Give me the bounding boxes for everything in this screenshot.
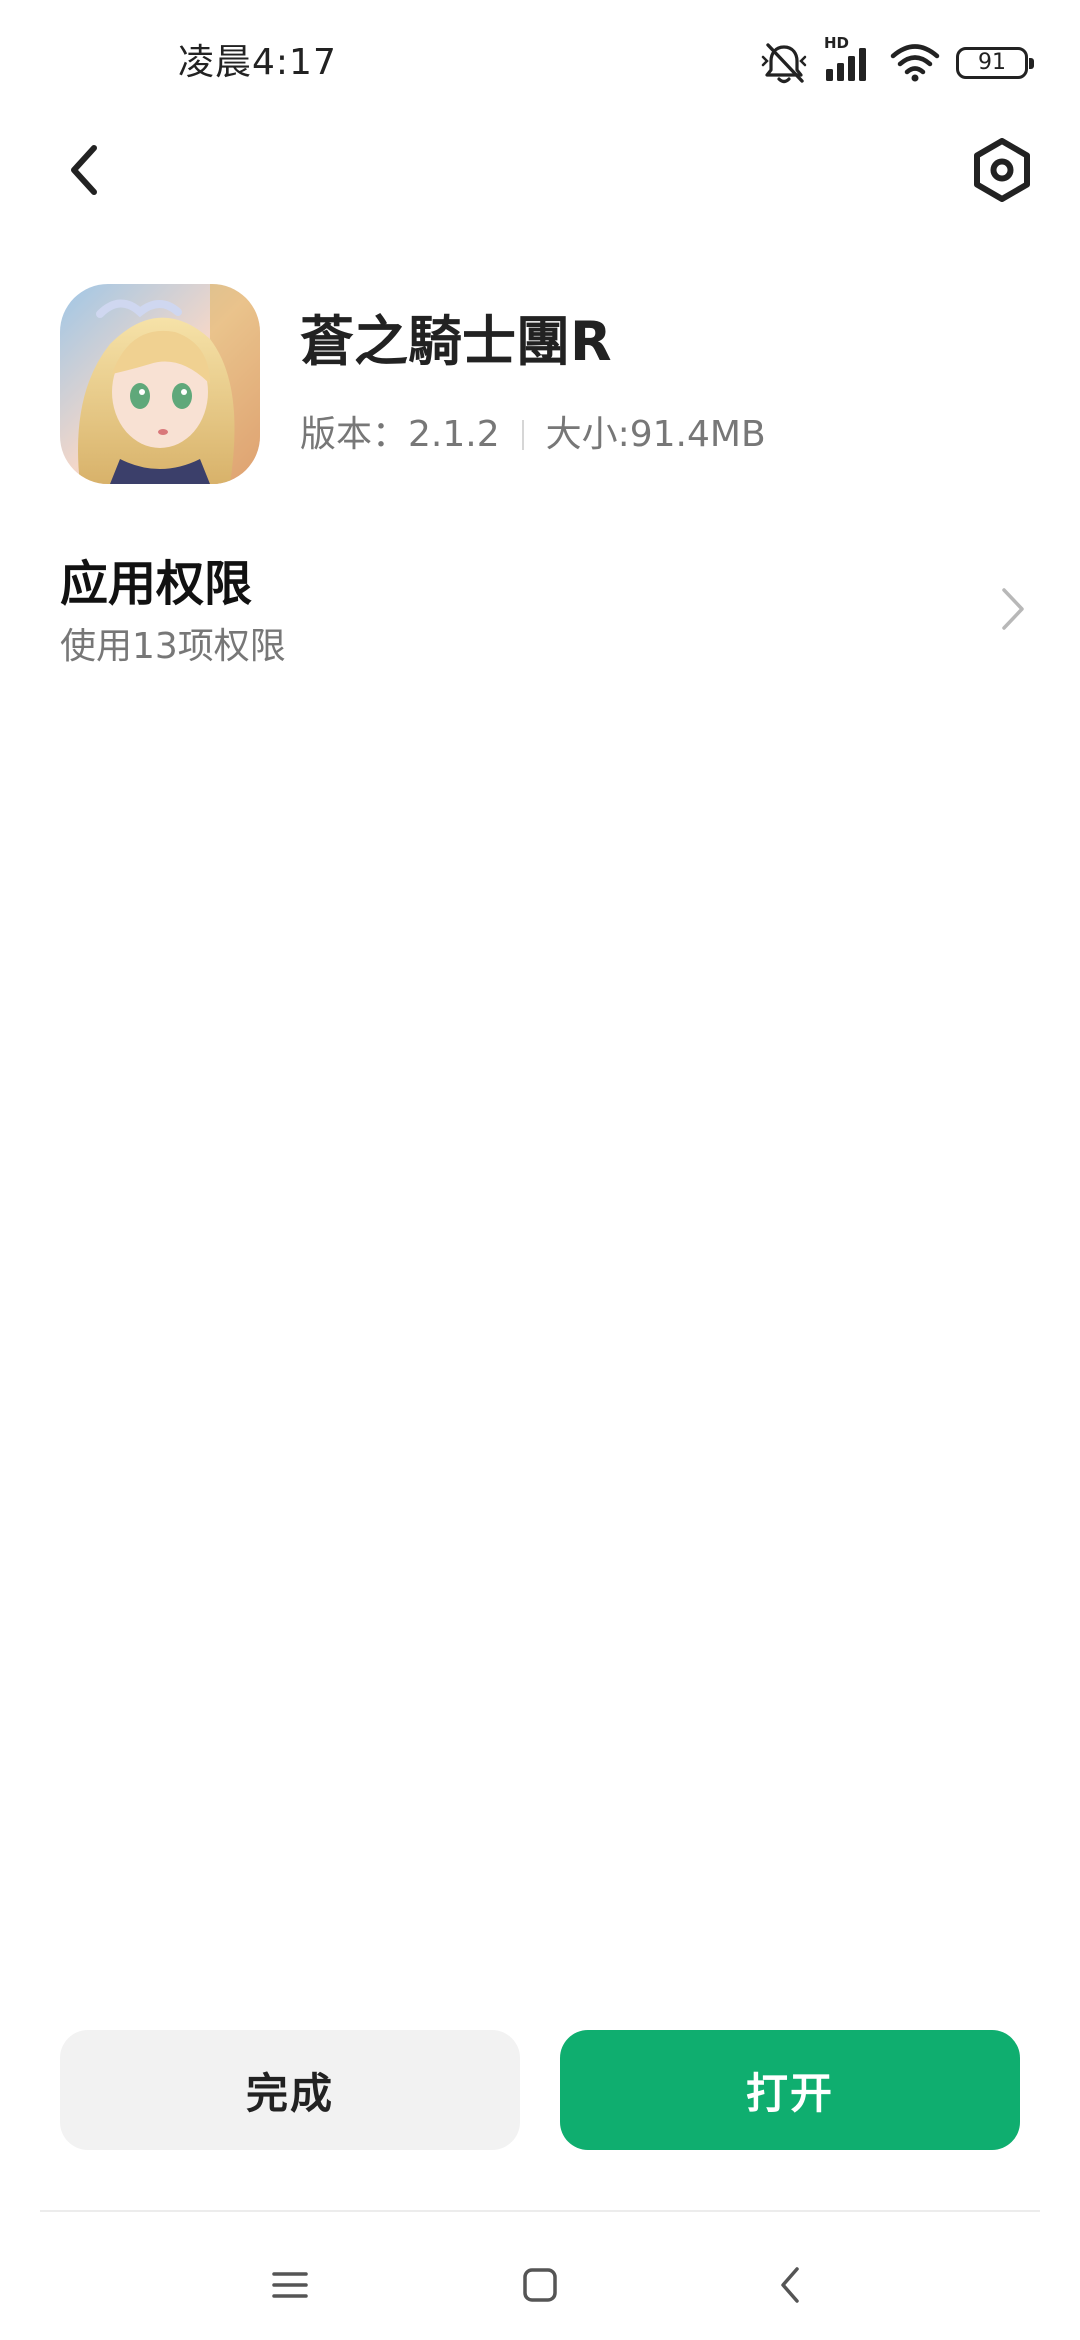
app-meta: 版本：2.1.2 大小:91.4MB xyxy=(300,410,766,460)
back-arrow-icon xyxy=(71,145,97,195)
settings-button[interactable] xyxy=(960,128,1044,212)
home-icon xyxy=(523,2268,557,2302)
signal-icon: HD xyxy=(824,35,874,83)
menu-icon xyxy=(272,2272,308,2298)
nav-divider xyxy=(40,2210,1040,2212)
nav-menu-button[interactable] xyxy=(250,2250,330,2320)
wifi-icon xyxy=(890,43,940,83)
back-button[interactable] xyxy=(44,130,124,210)
app-size: 大小:91.4MB xyxy=(545,414,766,455)
permissions-title: 应用权限 xyxy=(60,556,253,612)
back-icon xyxy=(781,2267,799,2303)
navigation-bar xyxy=(0,2230,1080,2340)
open-button[interactable]: 打开 xyxy=(560,2030,1020,2150)
nav-home-button[interactable] xyxy=(500,2250,580,2320)
app-version: 版本：2.1.2 xyxy=(300,414,500,455)
app-name: 蒼之騎士團R xyxy=(300,310,612,373)
done-button[interactable]: 完成 xyxy=(60,2030,520,2150)
meta-divider xyxy=(521,420,524,450)
permissions-subtitle: 使用13项权限 xyxy=(60,626,286,667)
status-bar: 凌晨4:17 HD 91 xyxy=(0,0,1080,126)
battery-icon: 91 xyxy=(956,47,1034,79)
status-icons: HD 91 xyxy=(760,35,1034,90)
app-icon xyxy=(60,284,260,484)
battery-level: 91 xyxy=(978,50,1006,75)
chevron-right-icon xyxy=(1002,588,1024,630)
network-label: HD xyxy=(824,34,850,52)
status-time: 凌晨4:17 xyxy=(178,42,337,83)
settings-hexagon-icon xyxy=(974,138,1030,202)
mute-icon xyxy=(760,40,808,86)
nav-back-button[interactable] xyxy=(750,2250,830,2320)
app-permissions-row[interactable]: 应用权限 使用13项权限 xyxy=(0,540,1080,680)
